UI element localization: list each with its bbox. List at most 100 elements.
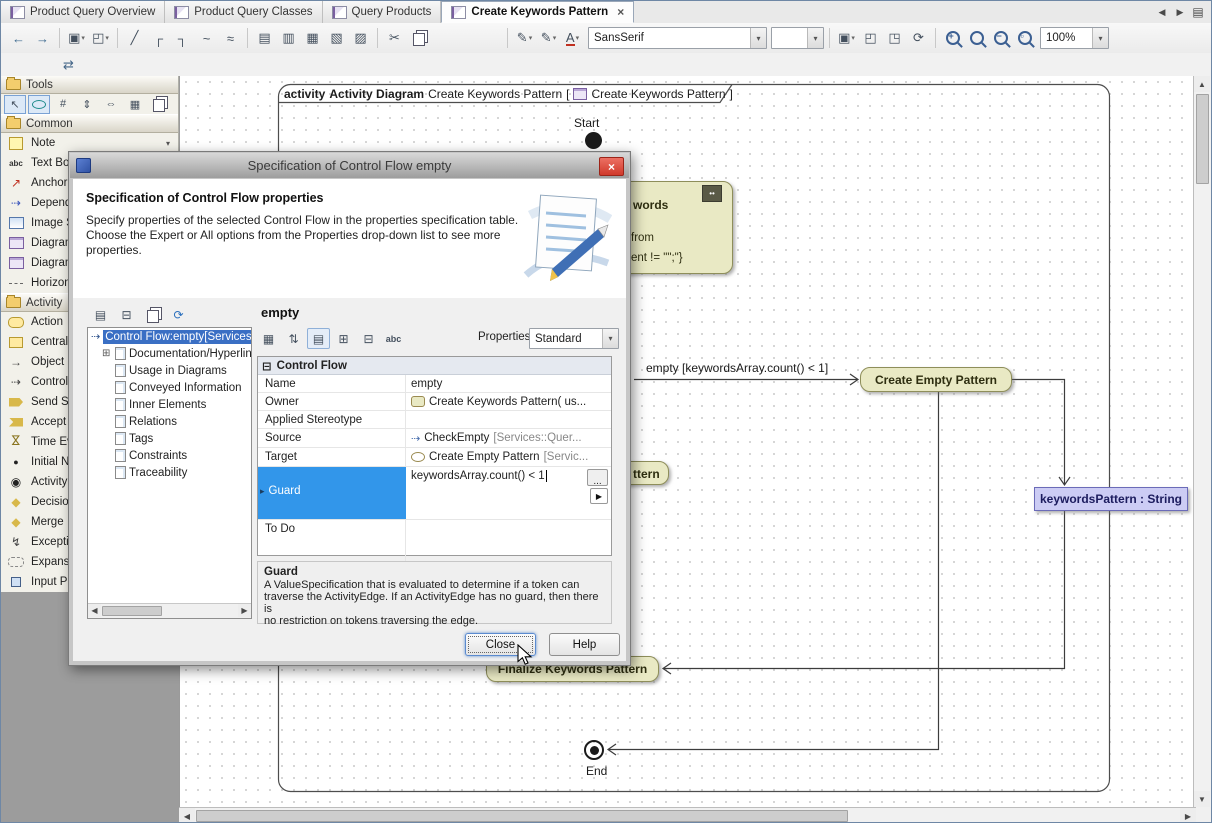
style-picker-icon[interactable]: ✎▾ — [513, 27, 536, 50]
paste-special-icon[interactable] — [455, 27, 478, 50]
property-row-guard[interactable]: ▸ Guard keywordsArray.count() < 1 ... ▶ — [258, 467, 611, 520]
property-row-todo[interactable]: To Do — [258, 520, 611, 564]
copy-icon[interactable] — [407, 27, 430, 50]
scroll-down-icon[interactable]: ▼ — [1194, 791, 1210, 807]
oblique-path-icon[interactable]: ╱ — [123, 27, 146, 50]
tree-item-documentation[interactable]: ⊞ Documentation/Hyperlinks — [88, 345, 251, 362]
distribute-v-icon[interactable]: ▨ — [349, 27, 372, 50]
tab-product-query-classes[interactable]: Product Query Classes — [165, 1, 322, 23]
back-icon[interactable]: ← — [7, 27, 30, 50]
align-center-icon[interactable]: ▥ — [277, 27, 300, 50]
sticky-tool-icon[interactable]: # — [52, 95, 74, 114]
create-empty-pattern-node[interactable]: Create Empty Pattern — [860, 367, 1012, 392]
vertical-scrollbar[interactable]: ▲ ▼ — [1193, 76, 1211, 807]
palette-header-common[interactable]: Common — [1, 114, 178, 133]
collapse-group-icon[interactable]: ⊟ — [262, 359, 272, 373]
refresh-icon[interactable]: ⟳ — [167, 304, 190, 325]
cut-icon[interactable]: ✂ — [383, 27, 406, 50]
expand-editor-icon[interactable]: ▶ — [590, 488, 608, 504]
containment-tree-icon[interactable]: ⊟ — [115, 304, 138, 325]
tree-root-item[interactable]: ⇢ Control Flow:empty[Services:: — [88, 328, 251, 345]
scroll-left-icon[interactable]: ◀ — [179, 808, 195, 823]
font-color-icon[interactable]: A▾ — [561, 27, 584, 50]
tab-product-query-overview[interactable]: Product Query Overview — [1, 1, 165, 23]
tree-item-inner-elements[interactable]: Inner Elements — [88, 396, 251, 413]
group-icon[interactable]: ▣▾ — [835, 27, 858, 50]
rectilinear-path-icon[interactable]: ┌ — [147, 27, 170, 50]
tab-close-icon[interactable]: × — [617, 5, 624, 19]
spline-path-icon[interactable]: ≈ — [219, 27, 242, 50]
expand-all-icon[interactable]: ⊞ — [332, 328, 355, 349]
property-row-applied-stereotype[interactable]: Applied Stereotype — [258, 411, 611, 429]
zoom-in-icon[interactable]: + — [941, 27, 964, 50]
tree-item-traceability[interactable]: Traceability — [88, 464, 251, 481]
related-elements-icon[interactable]: ⇄ — [57, 53, 80, 76]
tree-item-usage[interactable]: Usage in Diagrams — [88, 362, 251, 379]
layer-up-icon[interactable]: ◰ — [859, 27, 882, 50]
distribute-h-icon[interactable]: ▧ — [325, 27, 348, 50]
paste-link-icon[interactable] — [479, 27, 502, 50]
zoom-level-select[interactable]: 100% ▾ — [1040, 27, 1109, 49]
collapse-all-icon[interactable]: ⊟ — [357, 328, 380, 349]
structure-icon[interactable]: ◰▾ — [89, 27, 112, 50]
properties-mode-select[interactable]: Standard ▾ — [529, 328, 619, 349]
bezier-path-icon[interactable]: ┐ — [171, 27, 194, 50]
layer-down-icon[interactable]: ◳ — [883, 27, 906, 50]
palette-header-tools[interactable]: Tools — [1, 76, 178, 94]
spelling-icon[interactable]: abc — [382, 328, 405, 349]
scroll-tabs-right-icon[interactable]: ▶ — [1173, 5, 1187, 20]
font-family-select[interactable]: SansSerif ▾ — [588, 27, 767, 49]
chevron-down-icon[interactable]: ▾ — [166, 139, 170, 148]
swimlane-tool-icon[interactable]: ▦ — [124, 95, 146, 114]
scroll-right-icon[interactable]: ▶ — [238, 604, 251, 617]
zoom-fit-icon[interactable]: ▫ — [1013, 27, 1036, 50]
property-row-name[interactable]: Name empty — [258, 375, 611, 393]
tree-item-conveyed[interactable]: Conveyed Information — [88, 379, 251, 396]
edit-guard-button[interactable]: ... — [587, 469, 608, 486]
dependency-matrix-icon[interactable] — [148, 95, 170, 114]
tree-item-constraints[interactable]: Constraints — [88, 447, 251, 464]
align-left-icon[interactable]: ▤ — [253, 27, 276, 50]
scroll-up-icon[interactable]: ▲ — [1194, 76, 1210, 92]
zoom-out-icon[interactable]: − — [989, 27, 1012, 50]
help-button[interactable]: Help — [549, 633, 620, 656]
edge-guard-label[interactable]: empty [keywordsArray.count() < 1] — [646, 361, 828, 375]
property-row-target[interactable]: Target Create Empty Pattern [Servic... — [258, 448, 611, 467]
font-size-select[interactable]: ▾ — [771, 27, 824, 49]
horizontal-spread-icon[interactable]: ⇔ — [100, 95, 122, 114]
pointer-tool-icon[interactable]: ↖ — [4, 95, 26, 114]
activity-final-node[interactable] — [584, 740, 604, 760]
curve-path-icon[interactable]: ~ — [195, 27, 218, 50]
palette-item-note[interactable]: Note ▾ — [1, 133, 178, 153]
zoom-1-1-icon[interactable] — [965, 27, 988, 50]
scroll-right-icon[interactable]: ▶ — [1180, 808, 1196, 823]
expand-icon[interactable]: ⊞ — [102, 348, 112, 359]
tab-list-icon[interactable]: ▤ — [1191, 5, 1205, 20]
keywords-pattern-object-node[interactable]: keywordsPattern : String — [1034, 487, 1188, 511]
element-list-icon[interactable]: ▤ — [89, 304, 112, 325]
paste-icon[interactable] — [431, 27, 454, 50]
edit-style-icon[interactable]: ✎▾ — [537, 27, 560, 50]
scroll-tabs-left-icon[interactable]: ◀ — [1155, 5, 1169, 20]
vertical-spread-icon[interactable]: ⇕ — [76, 95, 98, 114]
scroll-left-icon[interactable]: ◀ — [88, 604, 101, 617]
containment-icon[interactable]: ▣▾ — [65, 27, 88, 50]
tree-item-relations[interactable]: Relations — [88, 413, 251, 430]
forward-icon[interactable]: → — [31, 27, 54, 50]
initial-node[interactable] — [585, 132, 602, 149]
vertical-scroll-thumb[interactable] — [1196, 94, 1209, 184]
tree-horizontal-scrollbar[interactable]: ◀ ▶ — [88, 603, 251, 618]
shape-tool-icon[interactable] — [28, 95, 50, 114]
horizontal-scrollbar[interactable]: ◀ ▶ — [179, 807, 1196, 823]
categorized-view-icon[interactable]: ▦ — [257, 328, 280, 349]
standard-view-icon[interactable]: ▤ — [307, 328, 330, 349]
tree-item-tags[interactable]: Tags — [88, 430, 251, 447]
close-icon[interactable]: × — [599, 157, 624, 176]
tab-create-keywords-pattern[interactable]: Create Keywords Pattern × — [441, 1, 634, 23]
property-group-header[interactable]: ⊟ Control Flow — [258, 357, 611, 375]
property-row-owner[interactable]: Owner Create Keywords Pattern( us... — [258, 393, 611, 411]
sort-alphabetically-icon[interactable]: ⇅ — [282, 328, 305, 349]
align-grid-icon[interactable]: ▦ — [301, 27, 324, 50]
tab-query-products[interactable]: Query Products — [323, 1, 442, 23]
property-row-source[interactable]: Source ⇢ CheckEmpty [Services::Quer... — [258, 429, 611, 448]
